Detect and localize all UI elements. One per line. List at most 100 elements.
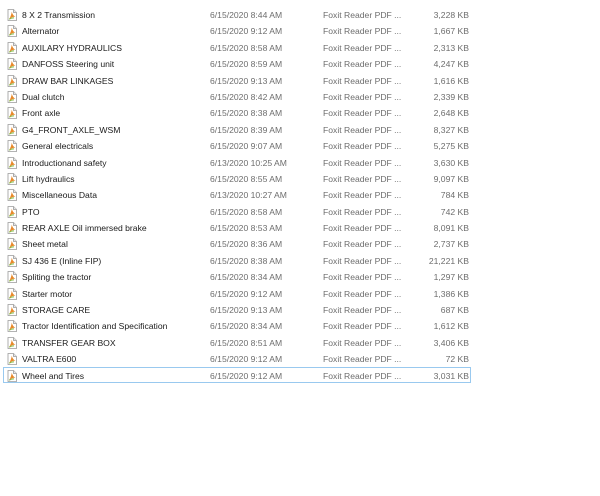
file-row[interactable]: Spliting the tractor 6/15/2020 8:34 AM F… (3, 268, 471, 284)
file-date-modified: 6/15/2020 9:12 AM (210, 370, 283, 381)
file-name: General electricals (22, 141, 94, 152)
file-name: DANFOSS Steering unit (22, 59, 115, 70)
file-type: Foxit Reader PDF ... (323, 223, 402, 234)
file-name: REAR AXLE Oil immersed brake (22, 223, 147, 234)
file-type: Foxit Reader PDF ... (323, 91, 402, 102)
file-name: 8 X 2 Transmission (22, 10, 96, 20)
file-name: Introductionand safety (22, 157, 107, 168)
file-row[interactable]: STORAGE CARE 6/15/2020 9:13 AM Foxit Rea… (3, 301, 471, 317)
pdf-file-icon (6, 320, 18, 333)
file-type: Foxit Reader PDF ... (323, 305, 402, 316)
file-date-modified: 6/15/2020 9:07 AM (210, 141, 283, 152)
file-type: Foxit Reader PDF ... (323, 10, 402, 20)
file-row[interactable]: Tractor Identification and Specification… (3, 317, 471, 333)
file-date-modified: 6/15/2020 8:38 AM (210, 255, 283, 266)
file-row[interactable]: Sheet metal 6/15/2020 8:36 AM Foxit Read… (3, 235, 471, 251)
file-type: Foxit Reader PDF ... (323, 272, 402, 283)
file-date-modified: 6/15/2020 8:58 AM (210, 206, 283, 217)
file-name: Tractor Identification and Specification (22, 321, 168, 332)
file-row[interactable]: 8 X 2 Transmission 6/15/2020 8:44 AM Fox… (3, 6, 471, 22)
file-type: Foxit Reader PDF ... (323, 124, 402, 135)
file-date-modified: 6/13/2020 10:25 AM (210, 157, 287, 168)
pdf-file-icon (6, 254, 18, 267)
file-size: 3,406 KB (433, 337, 469, 348)
file-type: Foxit Reader PDF ... (323, 190, 402, 201)
pdf-file-icon (6, 189, 18, 202)
file-row[interactable]: TRANSFER GEAR BOX 6/15/2020 8:51 AM Foxi… (3, 334, 471, 350)
pdf-file-icon (6, 74, 18, 87)
file-name: G4_FRONT_AXLE_WSM (22, 124, 121, 135)
file-date-modified: 6/15/2020 8:58 AM (210, 42, 283, 53)
file-type: Foxit Reader PDF ... (323, 157, 402, 168)
file-name: STORAGE CARE (22, 305, 91, 316)
pdf-file-icon (6, 238, 18, 251)
file-name: PTO (22, 206, 40, 217)
file-row[interactable]: G4_FRONT_AXLE_WSM 6/15/2020 8:39 AM Foxi… (3, 121, 471, 137)
file-size: 21,221 KB (428, 255, 469, 266)
file-name: AUXILARY HYDRAULICS (22, 42, 122, 53)
pdf-file-icon (6, 369, 18, 382)
pdf-file-icon (6, 271, 18, 284)
file-type: Foxit Reader PDF ... (323, 26, 402, 37)
file-size: 8,327 KB (433, 124, 469, 135)
file-size: 687 KB (440, 305, 469, 316)
file-size: 1,667 KB (433, 26, 469, 37)
file-row[interactable]: Lift hydraulics 6/15/2020 8:55 AM Foxit … (3, 170, 471, 186)
file-row[interactable]: Front axle 6/15/2020 8:38 AM Foxit Reade… (3, 104, 471, 120)
file-row[interactable]: Dual clutch 6/15/2020 8:42 AM Foxit Read… (3, 88, 471, 104)
file-size: 3,228 KB (433, 10, 469, 20)
file-size: 1,612 KB (433, 321, 469, 332)
file-date-modified: 6/15/2020 8:34 AM (210, 321, 283, 332)
file-date-modified: 6/15/2020 8:39 AM (210, 124, 283, 135)
file-name: Spliting the tractor (22, 272, 92, 283)
file-row[interactable]: SJ 436 E (Inline FIP) 6/15/2020 8:38 AM … (3, 252, 471, 268)
file-name: Dual clutch (22, 91, 65, 102)
file-type: Foxit Reader PDF ... (323, 59, 402, 70)
pdf-file-icon (6, 173, 18, 185)
file-size: 9,097 KB (433, 173, 469, 184)
file-row[interactable]: DRAW BAR LINKAGES 6/15/2020 9:13 AM Foxi… (3, 72, 471, 88)
file-name: Front axle (22, 108, 61, 119)
pdf-file-icon (6, 107, 18, 120)
pdf-file-icon (6, 336, 18, 349)
file-date-modified: 6/15/2020 8:44 AM (210, 10, 283, 20)
file-list: 8 X 2 Transmission 6/15/2020 8:44 AM Fox… (3, 6, 471, 383)
file-row[interactable]: Wheel and Tires 6/15/2020 9:12 AM Foxit … (3, 366, 471, 383)
file-size: 2,313 KB (433, 42, 469, 53)
file-date-modified: 6/15/2020 9:13 AM (210, 305, 283, 316)
file-row[interactable]: Alternator 6/15/2020 9:12 AM Foxit Reade… (3, 22, 471, 38)
file-size: 2,648 KB (433, 108, 469, 119)
file-type: Foxit Reader PDF ... (323, 337, 402, 348)
file-type: Foxit Reader PDF ... (323, 206, 402, 217)
pdf-file-icon (6, 156, 18, 169)
file-row[interactable]: REAR AXLE Oil immersed brake 6/15/2020 8… (3, 219, 471, 235)
file-row[interactable]: Introductionand safety 6/13/2020 10:25 A… (3, 154, 471, 170)
file-row[interactable]: Starter motor 6/15/2020 9:12 AM Foxit Re… (3, 285, 471, 301)
file-name: Miscellaneous Data (22, 190, 97, 201)
pdf-file-icon (6, 41, 18, 54)
file-size: 2,737 KB (433, 239, 469, 250)
pdf-file-icon (6, 58, 18, 71)
file-date-modified: 6/15/2020 9:12 AM (210, 288, 283, 299)
file-size: 1,386 KB (433, 288, 469, 299)
file-date-modified: 6/15/2020 8:36 AM (210, 239, 283, 250)
file-size: 784 KB (440, 190, 469, 201)
pdf-file-icon (6, 9, 18, 21)
file-row[interactable]: General electricals 6/15/2020 9:07 AM Fo… (3, 137, 471, 153)
file-date-modified: 6/15/2020 8:34 AM (210, 272, 283, 283)
file-name: VALTRA E600 (22, 354, 77, 365)
pdf-file-icon (6, 123, 18, 136)
file-type: Foxit Reader PDF ... (323, 239, 402, 250)
file-row[interactable]: VALTRA E600 6/15/2020 9:12 AM Foxit Read… (3, 350, 471, 366)
file-row[interactable]: AUXILARY HYDRAULICS 6/15/2020 8:58 AM Fo… (3, 39, 471, 55)
file-name: Wheel and Tires (22, 370, 85, 381)
file-row[interactable]: DANFOSS Steering unit 6/15/2020 8:59 AM … (3, 55, 471, 71)
file-size: 3,630 KB (433, 157, 469, 168)
pdf-file-icon (6, 25, 18, 38)
file-row[interactable]: PTO 6/15/2020 8:58 AM Foxit Reader PDF .… (3, 203, 471, 219)
pdf-file-icon (6, 353, 18, 366)
file-size: 2,339 KB (433, 91, 469, 102)
file-size: 8,091 KB (433, 223, 469, 234)
file-name: Lift hydraulics (22, 173, 75, 184)
file-row[interactable]: Miscellaneous Data 6/13/2020 10:27 AM Fo… (3, 186, 471, 202)
